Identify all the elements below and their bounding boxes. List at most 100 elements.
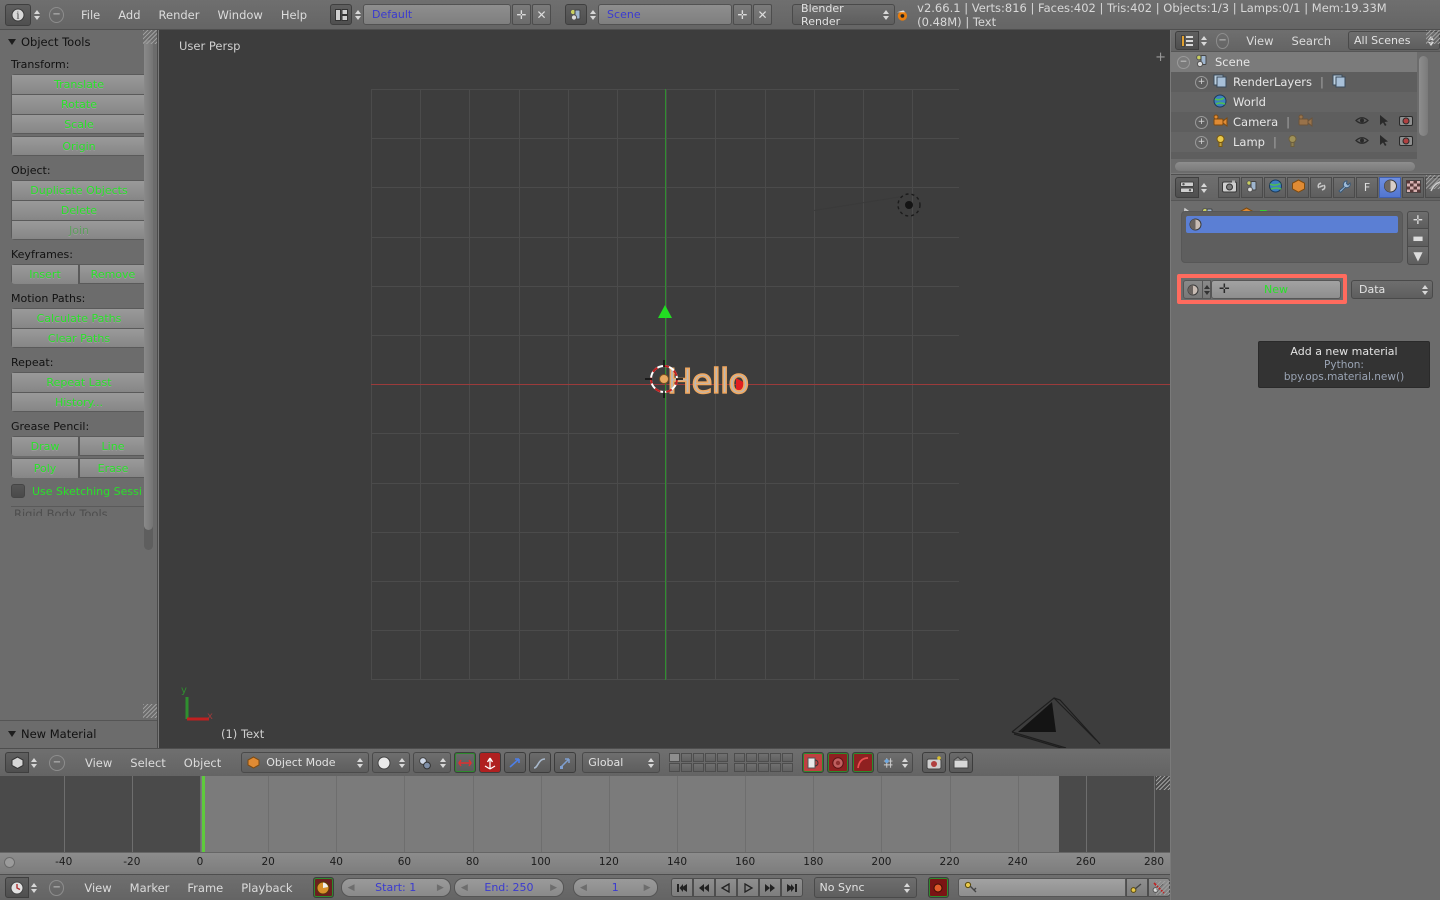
texture-tab[interactable] (1402, 177, 1424, 198)
render-tab[interactable] (1218, 177, 1240, 198)
menu-render[interactable]: Render (150, 4, 209, 26)
screen-layout-name[interactable]: Default (363, 4, 512, 25)
constraints-tab[interactable] (1310, 177, 1332, 198)
layer-block-bottom[interactable] (734, 753, 794, 772)
add-screen-layout-button[interactable]: ✛ (512, 4, 532, 25)
material-browse-icon[interactable] (1183, 280, 1203, 299)
material-slot-list[interactable] (1181, 211, 1403, 263)
object-tab[interactable] (1287, 177, 1309, 198)
viewport-toolbar-toggle-icon[interactable]: + (1155, 50, 1166, 65)
timeline-editor-spinner[interactable] (29, 879, 38, 897)
timeline-editor-type-selector[interactable] (5, 877, 38, 898)
new-material-panel[interactable]: New Material (0, 720, 157, 748)
outliner-editor[interactable]: − View Search All Scenes − Scene + RenderLay… (1171, 30, 1440, 173)
timeline-collapse-icon[interactable]: − (49, 879, 65, 896)
outliner-display-mode[interactable]: All Scenes (1348, 31, 1440, 50)
tool-button-clear-paths[interactable]: Clear Paths (11, 328, 147, 348)
add-scene-button[interactable]: ✛ (733, 4, 753, 25)
outliner-display-spinner[interactable] (1426, 32, 1435, 50)
scene-layer-cell[interactable] (782, 753, 794, 762)
orientation-spinner[interactable] (646, 754, 655, 772)
material-link-selector[interactable]: Data (1351, 280, 1433, 299)
interaction-mode-selector[interactable]: Object Mode (241, 752, 370, 773)
particles-tab[interactable] (1425, 177, 1440, 198)
renderlayer-datablock-icon[interactable] (1332, 74, 1347, 91)
keying-set-field[interactable] (958, 878, 1170, 897)
scene-layer-cell[interactable] (693, 753, 705, 762)
camera-render-icon[interactable] (1399, 115, 1413, 130)
material-slot-specials-button[interactable]: ▼ (1407, 247, 1429, 265)
tool-button-duplicate-objects[interactable]: Duplicate Objects (11, 180, 147, 200)
timeline-menu-view[interactable]: View (75, 877, 120, 899)
tool-button-history-[interactable]: History... (11, 392, 147, 412)
scene-layer-cell[interactable] (734, 753, 746, 762)
menu-file[interactable]: File (72, 4, 109, 26)
current-frame-field[interactable]: ◀ 1 ▶ (573, 878, 658, 897)
outliner-editor-spinner[interactable] (1199, 32, 1208, 50)
outliner-row-renderlayers[interactable]: + RenderLayers | (1171, 72, 1417, 92)
eye-icon[interactable] (1355, 135, 1369, 149)
scene-layer-cell[interactable] (681, 753, 693, 762)
area-corner-handle-2[interactable] (143, 704, 157, 718)
use-sketching-sessions-row[interactable]: Use Sketching Sessi (0, 480, 157, 498)
tool-button-origin[interactable]: Origin (11, 136, 147, 156)
sync-mode-spinner[interactable] (903, 879, 912, 897)
scene-layer-cell[interactable] (770, 753, 782, 762)
scene-layer-cell[interactable] (705, 753, 717, 762)
outliner-menu-search[interactable]: Search (1283, 30, 1341, 52)
scene-layers[interactable] (669, 753, 794, 772)
start-frame-inc-icon[interactable]: ▶ (437, 883, 444, 893)
layer-block-top[interactable] (669, 753, 729, 772)
editor-type-spinner[interactable] (32, 6, 41, 24)
lamp-object[interactable] (894, 190, 924, 220)
timeline-playhead[interactable] (202, 776, 206, 852)
outliner-row-lamp[interactable]: + Lamp | (1171, 132, 1417, 152)
scene-layer-cell[interactable] (746, 763, 758, 772)
scene-selector[interactable]: Scene ✛ ✕ (565, 4, 773, 25)
delete-scene-button[interactable]: ✕ (753, 4, 773, 25)
pivot-point-selector[interactable] (413, 752, 452, 773)
tool-button-calculate-paths[interactable]: Calculate Paths (11, 308, 147, 328)
cursor-arrow-icon[interactable] (1379, 134, 1389, 150)
tool-button-remove[interactable]: Remove (79, 264, 147, 284)
scene-layer-cell[interactable] (705, 763, 717, 772)
play-button[interactable] (736, 878, 759, 897)
jump-to-next-keyframe-button[interactable] (758, 878, 781, 897)
snap-target-selector[interactable] (877, 752, 914, 773)
material-tab[interactable] (1379, 177, 1401, 198)
scene-layer-cell[interactable] (758, 753, 770, 762)
transform-orientation-selector[interactable]: Global (582, 752, 661, 773)
end-frame-field[interactable]: ◀ End: 250 ▶ (453, 878, 565, 897)
shading-spinner[interactable] (397, 754, 406, 772)
new-material-button[interactable]: ✛ New (1211, 280, 1341, 299)
menu-add[interactable]: Add (109, 4, 149, 26)
tool-button-rotate[interactable]: Rotate (11, 94, 147, 114)
scene-layer-cell[interactable] (746, 753, 758, 762)
pivot-spinner[interactable] (438, 754, 447, 772)
manipulator-toggle[interactable] (454, 752, 477, 773)
scene-layer-cell[interactable] (734, 763, 746, 772)
properties-tab-bar[interactable]: F (1218, 177, 1440, 198)
menu-help[interactable]: Help (272, 4, 316, 26)
viewport-shading-selector[interactable] (372, 752, 411, 773)
camera-object[interactable] (1004, 680, 1104, 748)
new-material-row[interactable]: ✛ New (1183, 280, 1341, 299)
material-slot-row[interactable] (1186, 216, 1398, 233)
record-toggle[interactable] (927, 877, 949, 898)
collapse-menu-icon[interactable]: − (49, 6, 65, 23)
object-data-icon[interactable] (1285, 134, 1300, 151)
tool-button-poly[interactable]: Poly (11, 458, 79, 478)
outliner-expander-icon[interactable]: + (1195, 75, 1208, 89)
current-frame-inc-icon[interactable]: ▶ (644, 883, 651, 893)
scene-layer-cell[interactable] (717, 753, 729, 762)
tool-button-scale[interactable]: Scale (11, 114, 147, 134)
scene-layer-cell[interactable] (669, 763, 681, 772)
scene-layer-cell[interactable] (681, 763, 693, 772)
font-data-tab[interactable]: F (1356, 177, 1378, 198)
snap-during-transform-toggle[interactable] (802, 752, 825, 773)
start-frame-dec-icon[interactable]: ◀ (348, 883, 355, 893)
render-engine-selector[interactable]: Blender Render (792, 2, 896, 28)
scene-layer-cell[interactable] (693, 763, 705, 772)
scene-layer-cell[interactable] (770, 763, 782, 772)
outliner-row-world[interactable]: World (1171, 92, 1417, 112)
